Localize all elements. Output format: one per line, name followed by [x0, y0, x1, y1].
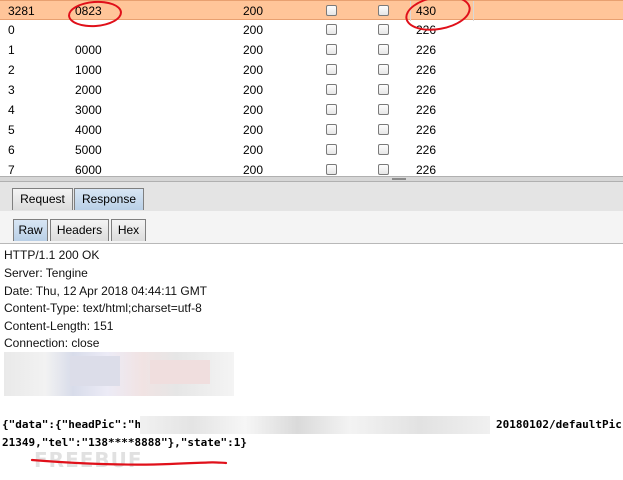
table-row[interactable]: 6 5000 200 226	[0, 140, 623, 160]
timeout-checkbox[interactable]	[378, 144, 389, 155]
red-underline-annotation	[30, 458, 228, 466]
payload-value: 5000	[75, 143, 102, 157]
status-code: 200	[243, 123, 264, 137]
tab-request[interactable]: Request	[12, 188, 73, 210]
timeout-checkbox[interactable]	[378, 24, 389, 35]
error-checkbox[interactable]	[326, 164, 337, 175]
header-line: Server: Tengine	[4, 266, 88, 280]
redacted-block	[150, 360, 210, 384]
error-checkbox[interactable]	[326, 84, 337, 95]
status-code: 200	[243, 43, 264, 57]
table-row[interactable]: 7 6000 200 226	[0, 160, 623, 176]
error-checkbox[interactable]	[326, 64, 337, 75]
error-checkbox[interactable]	[326, 124, 337, 135]
response-body-line-1-start: {"data":{"headPic":"h	[2, 418, 142, 431]
request-number: 7	[8, 163, 15, 176]
header-line: Connection: close	[4, 336, 100, 350]
header-line: Content-Type: text/html;charset=utf-8	[4, 301, 202, 315]
error-checkbox[interactable]	[326, 104, 337, 115]
table-row[interactable]: 2 1000 200 226	[0, 60, 623, 80]
request-number: 1	[8, 43, 15, 57]
payload-value: 3000	[75, 103, 102, 117]
table-row[interactable]: 5 4000 200 226	[0, 120, 623, 140]
status-code: 200	[243, 103, 264, 117]
tab-raw[interactable]: Raw	[13, 219, 48, 241]
payload-value: 0000	[75, 43, 102, 57]
payload-value: 4000	[75, 123, 102, 137]
request-number: 6	[8, 143, 15, 157]
error-checkbox[interactable]	[326, 144, 337, 155]
tab-response[interactable]: Response	[74, 188, 144, 210]
request-number: 3281	[8, 4, 35, 18]
timeout-checkbox[interactable]	[378, 124, 389, 135]
status-code: 200	[243, 4, 264, 18]
status-code: 200	[243, 143, 264, 157]
intruder-results-table: 3281 0823 200 430 0 200 226 1 0000 200 2…	[0, 0, 623, 176]
timeout-checkbox[interactable]	[378, 104, 389, 115]
timeout-checkbox[interactable]	[378, 84, 389, 95]
request-response-tabbar: Request Response	[0, 182, 623, 212]
table-row[interactable]: 1 0000 200 226	[0, 40, 623, 60]
payload-value: 1000	[75, 63, 102, 77]
tab-headers[interactable]: Headers	[50, 219, 109, 241]
redacted-block	[70, 356, 120, 386]
response-body-line-1-end: 20180102/defaultPic	[496, 418, 622, 431]
response-length: 226	[416, 103, 437, 117]
error-checkbox[interactable]	[326, 5, 337, 16]
timeout-checkbox[interactable]	[378, 64, 389, 75]
payload-value: 6000	[75, 163, 102, 176]
status-code: 200	[243, 83, 264, 97]
request-number: 3	[8, 83, 15, 97]
error-checkbox[interactable]	[326, 24, 337, 35]
timeout-checkbox[interactable]	[378, 164, 389, 175]
response-length: 226	[416, 123, 437, 137]
response-length: 226	[416, 83, 437, 97]
column-divider	[473, 1, 474, 21]
response-length: 226	[416, 63, 437, 77]
status-line: HTTP/1.1 200 OK	[4, 248, 100, 262]
timeout-checkbox[interactable]	[378, 5, 389, 16]
request-number: 4	[8, 103, 15, 117]
payload-value: 2000	[75, 83, 102, 97]
request-number: 5	[8, 123, 15, 137]
table-row[interactable]: 4 3000 200 226	[0, 100, 623, 120]
table-row[interactable]: 3 2000 200 226	[0, 80, 623, 100]
response-length: 226	[416, 43, 437, 57]
response-raw-view[interactable]: HTTP/1.1 200 OK Server: Tengine Date: Th…	[0, 244, 623, 480]
error-checkbox[interactable]	[326, 44, 337, 55]
status-code: 200	[243, 163, 264, 176]
timeout-checkbox[interactable]	[378, 44, 389, 55]
request-number: 2	[8, 63, 15, 77]
view-mode-tabbar: Raw Headers Hex	[0, 211, 623, 244]
redacted-block	[140, 416, 490, 434]
response-length: 226	[416, 143, 437, 157]
header-line: Date: Thu, 12 Apr 2018 04:44:11 GMT	[4, 284, 208, 298]
status-code: 200	[243, 63, 264, 77]
request-number: 0	[8, 23, 15, 37]
response-length: 226	[416, 163, 437, 176]
divider-grip[interactable]	[392, 178, 406, 180]
status-code: 200	[243, 23, 264, 37]
header-line: Content-Length: 151	[4, 319, 114, 333]
tab-hex[interactable]: Hex	[111, 219, 146, 241]
